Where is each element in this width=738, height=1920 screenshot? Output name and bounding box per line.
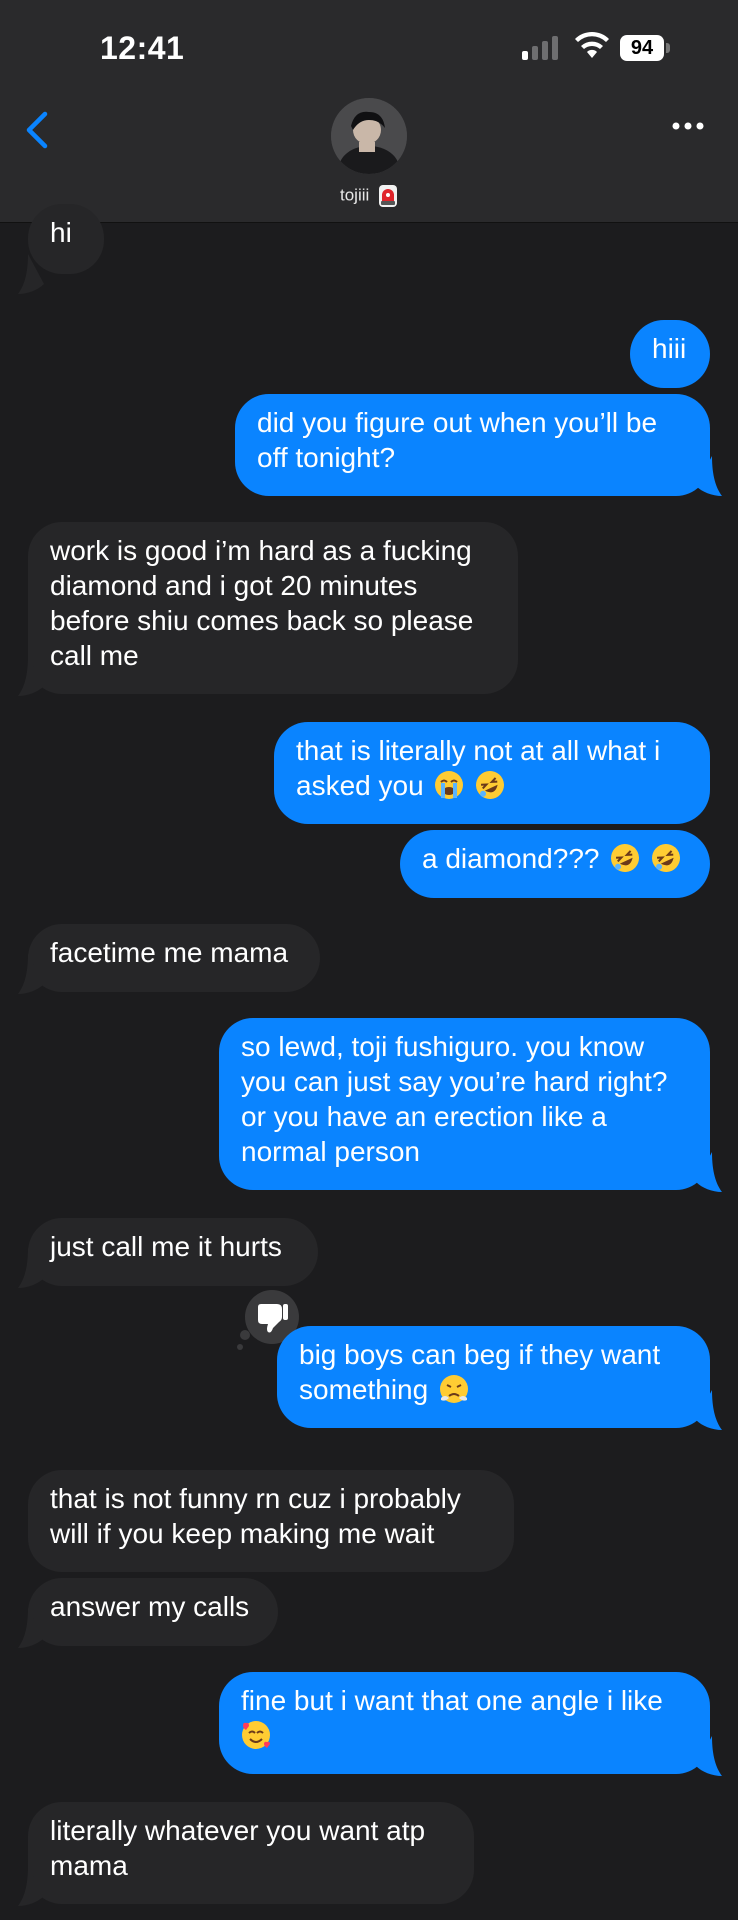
rofl-emoji-icon [611,844,640,872]
bubble-tail [18,954,44,994]
battery-icon: 94 [620,35,664,61]
message-bubble-incoming[interactable]: literally whatever you want atp mama [28,1802,474,1904]
rofl-emoji-icon [652,844,681,872]
siren-emoji-icon [379,185,398,207]
message-bubble-outgoing[interactable]: so lewd, toji fushiguro. you know you ca… [219,1018,710,1190]
message-text: a diamond??? [422,843,600,874]
message-text: literally whatever you want atp mama [50,1815,426,1881]
reaction-dot [237,1344,243,1350]
message-bubble-outgoing[interactable]: fine but i want that one angle i like [219,1672,710,1774]
message-text: fine but i want that one angle i like [241,1685,663,1716]
status-time: 12:41 [100,30,185,66]
message-bubble-incoming[interactable]: answer my calls [28,1578,278,1646]
message-text: big boys can beg if they want something [299,1339,661,1405]
message-text: answer my calls [50,1591,250,1622]
cellular-signal-icon [522,36,562,60]
contact-name-row[interactable]: tojiii [0,184,738,208]
message-bubble-outgoing[interactable]: big boys can beg if they want something [277,1326,710,1428]
bubble-tail [18,656,44,696]
message-bubble-incoming[interactable]: just call me it hurts [28,1218,318,1286]
bubble-tail [18,1608,44,1648]
status-bar: 12:41 94 [0,0,738,96]
message-text: facetime me mama [50,937,289,968]
contact-name: tojiii [339,185,370,205]
message-text: hiii [652,333,687,364]
message-bubble-incoming[interactable]: work is good i’m hard as a fucking diamo… [28,522,518,694]
bubble-tail [696,1390,722,1430]
message-bubble-outgoing[interactable]: hiii [630,320,710,388]
message-text: just call me it hurts [50,1231,282,1262]
conversation-header: tojiii [0,96,738,223]
loudly-crying-emoji-icon [435,771,464,799]
message-bubble-incoming[interactable]: that is not funny rn cuz i probably will… [28,1470,514,1572]
battery-tip [666,43,670,53]
smiling-face-with-hearts-emoji-icon [242,1721,270,1749]
bubble-tail [696,1152,722,1192]
back-chevron-icon[interactable] [18,110,58,150]
avatar-photo-icon [331,98,407,174]
message-text: work is good i’m hard as a fucking diamo… [50,535,474,671]
message-text: did you figure out when you’ll be off to… [257,407,658,473]
message-text: that is not funny rn cuz i probably will… [50,1483,461,1549]
message-text: hi [50,217,72,248]
message-bubble-outgoing[interactable]: that is literally not at all what i aske… [274,722,710,824]
rofl-emoji-icon [476,771,505,799]
bubble-tail [18,254,44,294]
message-text: so lewd, toji fushiguro. you know you ca… [241,1031,668,1167]
contact-avatar[interactable] [331,98,407,174]
bubble-tail [18,1866,44,1906]
bubble-tail [696,1736,722,1776]
wifi-icon [575,31,609,58]
face-with-steam-emoji-icon [439,1375,468,1403]
message-bubble-outgoing[interactable]: did you figure out when you’ll be off to… [235,394,710,496]
more-options-icon[interactable] [668,116,708,136]
reaction-dot [240,1330,250,1340]
bubble-tail [696,456,722,496]
message-bubble-incoming[interactable]: facetime me mama [28,924,320,992]
bubble-tail [18,1248,44,1288]
message-bubble-outgoing[interactable]: a diamond??? [400,830,710,898]
